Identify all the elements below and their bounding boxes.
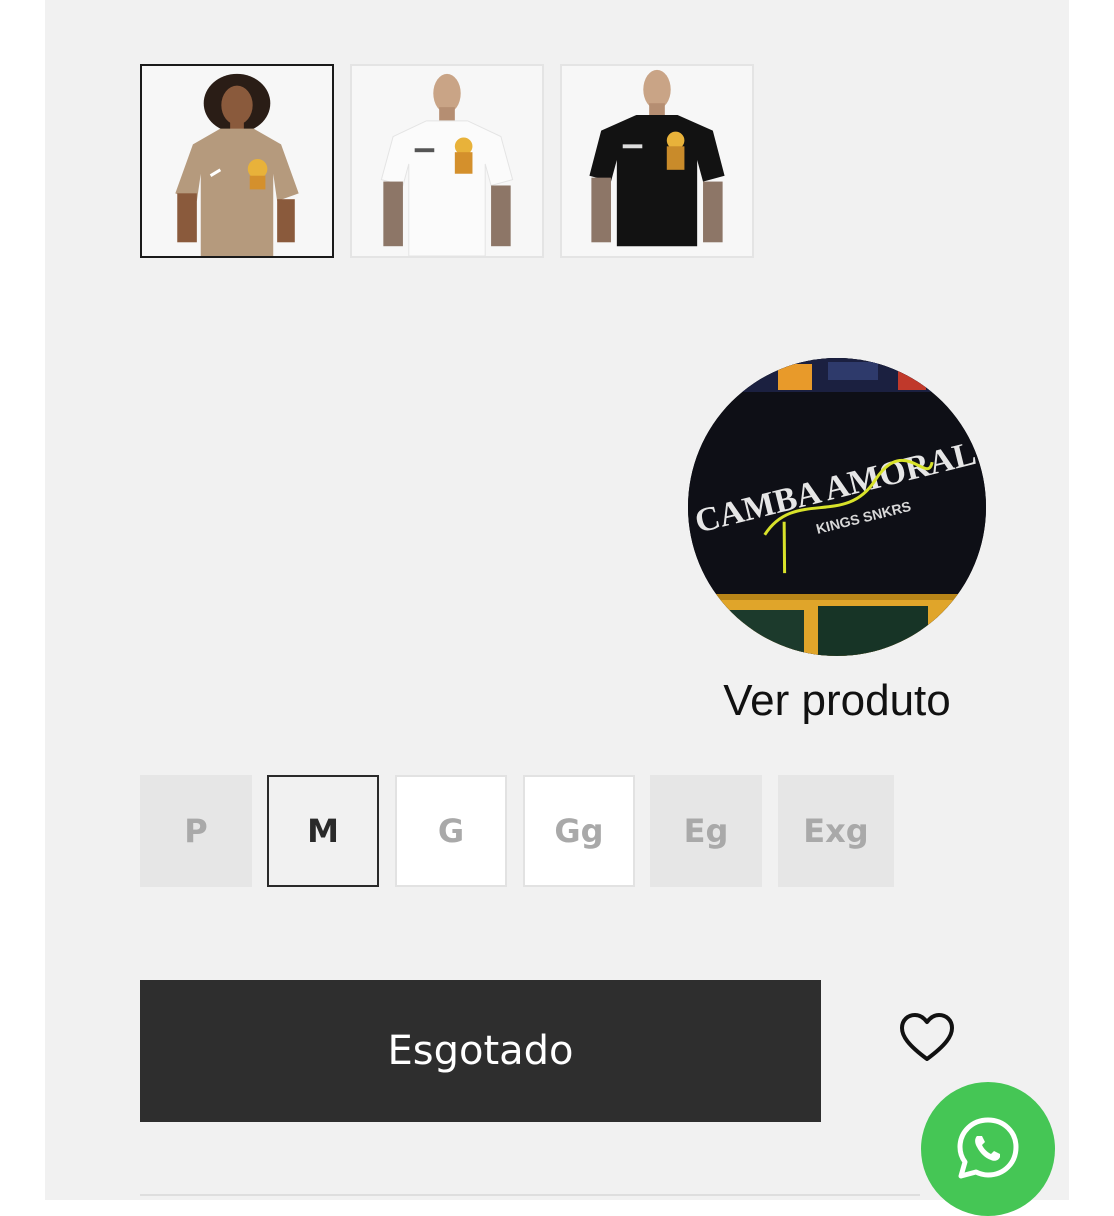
size-option-eg[interactable]: Eg <box>650 775 762 887</box>
model-man-black-tshirt-image <box>562 66 752 256</box>
view-product-link[interactable]: Ver produto <box>688 676 986 726</box>
size-option-p[interactable]: P <box>140 775 252 887</box>
model-man-white-tshirt-image <box>352 66 542 256</box>
whatsapp-button[interactable] <box>921 1082 1055 1216</box>
embroidered-logo-shirt-image: CAMBA AMORAL KINGS SNKRS <box>688 358 986 656</box>
size-option-g[interactable]: G <box>395 775 507 887</box>
whatsapp-icon <box>957 1117 1019 1179</box>
heart-outline-icon[interactable] <box>898 1012 956 1064</box>
divider <box>140 1194 920 1202</box>
thumbnail-3[interactable] <box>560 64 754 258</box>
size-option-m[interactable]: M <box>267 775 379 887</box>
thumbnail-1[interactable] <box>140 64 334 258</box>
size-option-exg[interactable]: Exg <box>778 775 894 887</box>
thumbnail-2[interactable] <box>350 64 544 258</box>
size-option-gg[interactable]: Gg <box>523 775 635 887</box>
look-product-image[interactable]: CAMBA AMORAL KINGS SNKRS <box>688 358 986 656</box>
model-woman-beige-tshirt-image <box>142 66 332 256</box>
sold-out-button[interactable]: Esgotado <box>140 980 821 1122</box>
